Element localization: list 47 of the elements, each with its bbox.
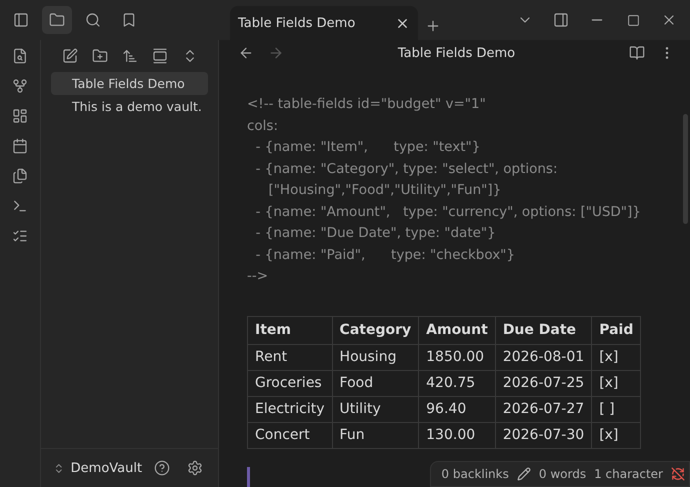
table-cell: 2026-07-30	[495, 422, 592, 448]
table-cell: 96.40	[418, 396, 496, 422]
backlinks-count[interactable]: 0 backlinks	[441, 467, 509, 481]
table-cell: Food	[332, 370, 419, 396]
table-cell: Utility	[332, 396, 419, 422]
table-cell: Concert	[248, 422, 332, 448]
table-cell: [ ]	[592, 396, 641, 422]
table-cell: 1850.00	[418, 344, 496, 370]
column-header: Item	[248, 316, 332, 344]
table-cell: 130.00	[418, 422, 496, 448]
code-line: - {name: "Amount", type: "currency", options: ["USD"]}	[254, 202, 642, 222]
code-line: ["Housing","Food","Utility","Fun"]}	[267, 181, 502, 200]
note-title: Table Fields Demo	[396, 46, 516, 60]
table-cell: [x]	[592, 370, 641, 396]
table-cell: Groceries	[248, 370, 332, 396]
table-cell: [x]	[592, 344, 641, 370]
text-cursor	[247, 467, 250, 487]
code-line: - {name: "Category", type: "select", options:	[254, 160, 559, 178]
column-header: Due Date	[495, 316, 592, 344]
character-count: 1 character	[594, 467, 663, 481]
table-cell: 2026-08-01	[495, 344, 592, 370]
word-count: 0 words	[538, 467, 586, 481]
table-cell: 2026-07-25	[495, 370, 592, 396]
sync-off-icon	[671, 467, 685, 481]
column-header: Category	[332, 316, 419, 344]
table-cell: Rent	[248, 344, 332, 370]
column-header: Paid	[592, 316, 641, 344]
table-cell: 420.75	[418, 370, 496, 396]
table-cell: 2026-07-27	[495, 396, 592, 422]
code-line: -->	[247, 267, 270, 286]
folder-icon[interactable]	[42, 6, 72, 34]
scrollbar[interactable]	[683, 114, 688, 224]
pencil-icon	[516, 467, 531, 481]
note-tab[interactable]: Table Fields Demo	[230, 6, 418, 40]
column-header: Amount	[418, 316, 496, 344]
code-line: - {name: "Paid", type: "checkbox"}	[254, 246, 516, 264]
code-line: <!-- table-fields id="budget" v="1"	[247, 95, 487, 114]
vault-name[interactable]: DemoVault	[70, 460, 142, 476]
table-cell: Electricity	[248, 396, 332, 422]
file-tree-item[interactable]: This is a demo vault.	[51, 95, 208, 118]
table-cell: [x]	[592, 422, 641, 448]
code-line: - {name: "Item", type: "text"}	[254, 138, 482, 157]
table-cell: Fun	[332, 422, 419, 448]
code-line: - {name: "Due Date", type: "date"}	[254, 224, 497, 243]
table-cell: Housing	[332, 344, 419, 370]
file-tree-item[interactable]: Table Fields Demo	[51, 72, 208, 95]
code-line: cols:	[247, 116, 280, 136]
